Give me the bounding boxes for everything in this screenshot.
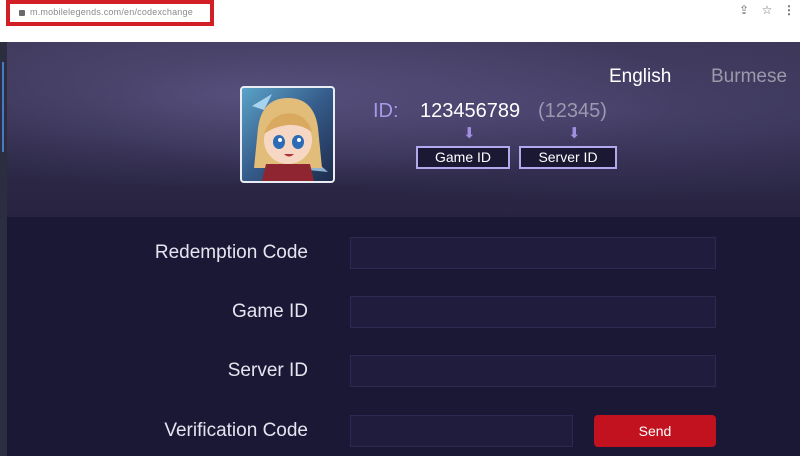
arrow-down-icon: ⬇ bbox=[463, 125, 476, 142]
language-english[interactable]: English bbox=[609, 66, 671, 88]
url-text[interactable]: m.mobilelegends.com/en/codexchange bbox=[30, 7, 193, 17]
game-id-tag: Game ID bbox=[416, 146, 510, 169]
header-banner: English Burmese ID: 123456789 (12345) ⬇ … bbox=[7, 42, 800, 217]
browser-toolbar: m.mobilelegends.com/en/codexchange ⇪ ☆ ⋮ bbox=[0, 0, 800, 43]
id-label: ID: bbox=[373, 100, 399, 122]
verification-code-input[interactable] bbox=[350, 415, 573, 447]
address-bar[interactable]: m.mobilelegends.com/en/codexchange bbox=[6, 0, 214, 26]
share-icon[interactable]: ⇪ bbox=[736, 2, 752, 18]
arrow-down-icon: ⬇ bbox=[568, 125, 581, 142]
bookmark-star-icon[interactable]: ☆ bbox=[759, 2, 775, 18]
server-id-value: (12345) bbox=[538, 100, 607, 122]
side-edge bbox=[0, 42, 7, 456]
game-id-value: 123456789 bbox=[420, 100, 521, 122]
game-id-label: Game ID bbox=[231, 301, 308, 322]
game-id-input[interactable] bbox=[350, 296, 716, 328]
verification-code-label: Verification Code bbox=[164, 420, 308, 441]
send-button[interactable]: Send bbox=[594, 415, 716, 447]
redemption-code-label: Redemption Code bbox=[154, 242, 308, 263]
server-id-tag: Server ID bbox=[519, 146, 617, 169]
avatar bbox=[240, 86, 335, 183]
server-id-input[interactable] bbox=[350, 355, 716, 387]
hero-portrait-icon bbox=[252, 94, 328, 181]
server-id-label: Server ID bbox=[227, 360, 308, 381]
redemption-code-input[interactable] bbox=[350, 237, 716, 269]
menu-kebab-icon[interactable]: ⋮ bbox=[781, 2, 797, 18]
side-scroll-indicator bbox=[2, 62, 4, 152]
lock-icon bbox=[19, 10, 25, 16]
language-burmese[interactable]: Burmese bbox=[711, 66, 787, 88]
